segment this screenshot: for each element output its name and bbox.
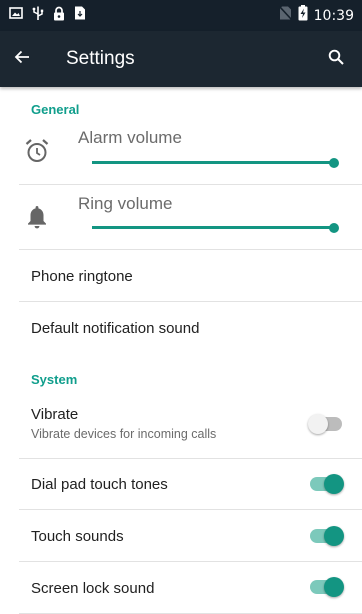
slider-thumb[interactable] [329, 158, 339, 168]
bell-icon [25, 204, 49, 235]
switch-thumb [324, 577, 344, 597]
alarm-volume-label: Alarm volume [78, 128, 182, 147]
section-header-general: General [31, 102, 80, 117]
ring-volume-slider[interactable] [92, 223, 339, 233]
screen-lock-sound-item[interactable]: Screen lock sound [0, 562, 362, 613]
slider-fill [92, 226, 334, 229]
search-button[interactable] [310, 31, 362, 87]
touch-sounds-switch[interactable] [308, 526, 344, 546]
ring-volume-row: Ring volume [0, 185, 362, 249]
section-header-system: System [31, 372, 78, 387]
status-bar: 10:39 [0, 0, 362, 31]
page-title: Settings [66, 48, 135, 69]
usb-icon [32, 6, 44, 26]
status-time: 10:39 [313, 7, 354, 24]
switch-thumb [324, 526, 344, 546]
alarm-volume-slider[interactable] [92, 158, 339, 168]
screen-lock-sound-label: Screen lock sound [31, 580, 155, 597]
dial-pad-touch-tones-label: Dial pad touch tones [31, 476, 168, 493]
lock-icon [53, 6, 65, 26]
touch-sounds-label: Touch sounds [31, 528, 124, 545]
no-sim-icon [278, 5, 292, 25]
battery-charging-icon [298, 5, 308, 26]
app-bar: Settings [0, 31, 362, 87]
status-bar-right: 10:39 [278, 5, 354, 26]
slider-fill [92, 161, 334, 164]
screen-lock-sound-switch[interactable] [308, 577, 344, 597]
default-notification-sound-item[interactable]: Default notification sound [0, 302, 362, 353]
phone-ringtone-label: Phone ringtone [31, 268, 133, 285]
status-bar-left [9, 6, 86, 26]
touch-sounds-item[interactable]: Touch sounds [0, 510, 362, 561]
search-icon [328, 49, 344, 70]
ring-volume-label: Ring volume [78, 194, 173, 213]
back-button[interactable] [0, 31, 50, 87]
image-icon [9, 6, 23, 25]
default-notification-sound-label: Default notification sound [31, 320, 200, 337]
dial-pad-touch-tones-item[interactable]: Dial pad touch tones [0, 459, 362, 509]
vibrate-switch[interactable] [308, 414, 344, 434]
slider-thumb[interactable] [329, 223, 339, 233]
vibrate-item[interactable]: Vibrate Vibrate devices for incoming cal… [0, 392, 362, 458]
alarm-volume-row: Alarm volume [0, 118, 362, 184]
vibrate-label: Vibrate [31, 406, 79, 423]
switch-thumb [324, 474, 344, 494]
switch-thumb [308, 414, 328, 434]
download-icon [74, 6, 86, 25]
vibrate-summary: Vibrate devices for incoming calls [31, 427, 217, 441]
alarm-clock-icon [25, 138, 49, 169]
phone-ringtone-item[interactable]: Phone ringtone [0, 250, 362, 301]
dial-pad-touch-tones-switch[interactable] [308, 474, 344, 494]
arrow-back-icon [14, 49, 30, 70]
